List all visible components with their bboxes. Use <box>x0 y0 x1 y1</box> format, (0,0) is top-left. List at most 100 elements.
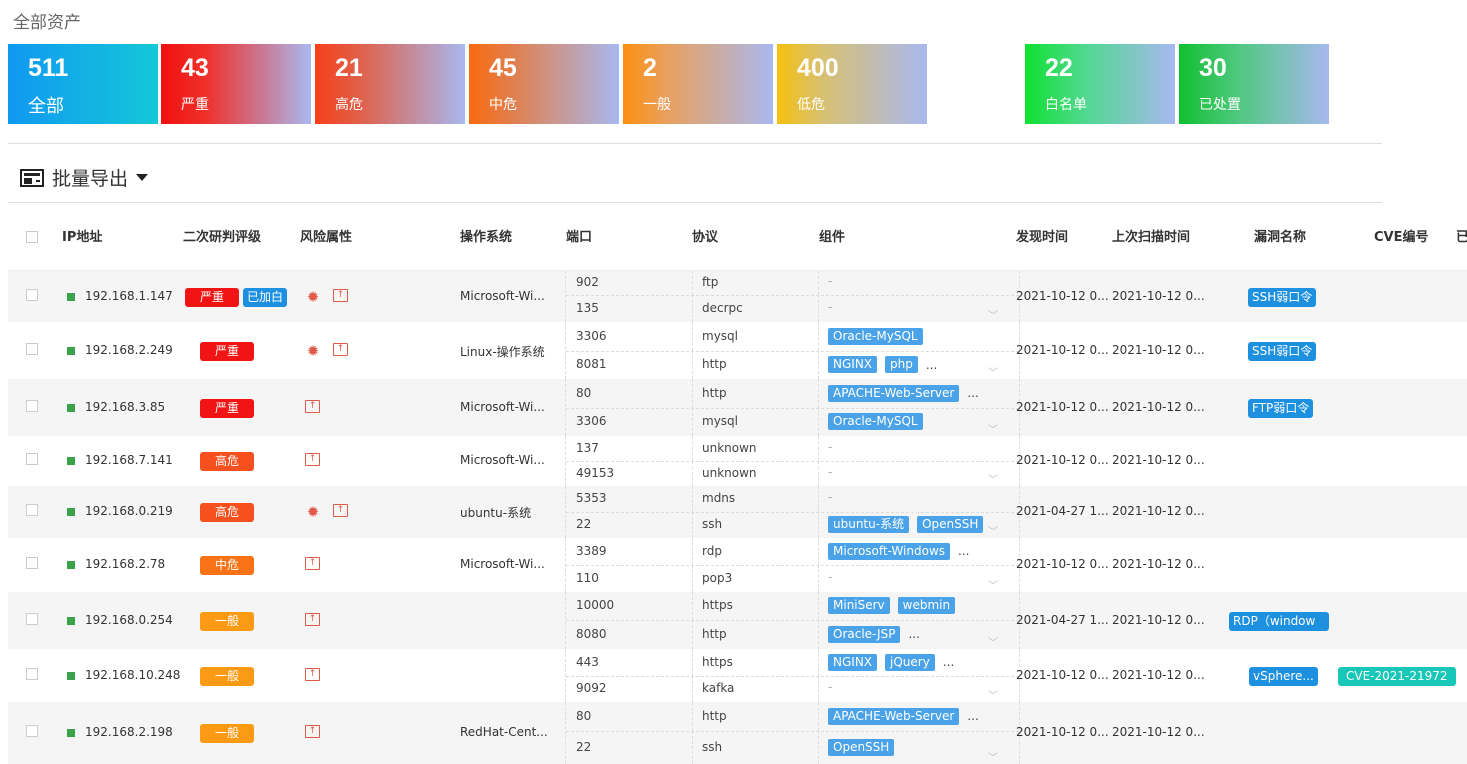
col-vuln-name[interactable]: 漏洞名称 <box>1254 205 1306 270</box>
card-high[interactable]: 21 高危 <box>315 44 465 124</box>
component-tag[interactable]: MiniServ <box>828 597 890 614</box>
vulnerability-tag[interactable]: SSH弱口令 <box>1248 341 1317 361</box>
card-critical[interactable]: 43 严重 <box>161 44 311 124</box>
ip-address[interactable]: 192.168.2.78 <box>85 557 165 571</box>
expand-chevron-icon[interactable]: ﹀ <box>981 692 1005 702</box>
table-row[interactable]: 192.168.0.254 一般 10000 https MiniServ webmin 8… <box>8 592 1467 649</box>
exposed-screen-icon[interactable] <box>333 504 348 517</box>
exposed-screen-icon[interactable] <box>305 557 320 570</box>
exposed-screen-icon[interactable] <box>305 399 320 413</box>
card-all[interactable]: 511 全部 <box>8 44 158 124</box>
vulnerability-tag[interactable]: vSphere... <box>1249 666 1318 686</box>
expand-chevron-icon[interactable]: ﹀ <box>981 754 1005 764</box>
col-risk[interactable]: 风险属性 <box>300 205 352 270</box>
expand-chevron-icon[interactable]: ﹀ <box>981 426 1005 436</box>
ip-address[interactable]: 192.168.7.141 <box>85 453 173 467</box>
table-row[interactable]: 192.168.7.141 高危 Microsoft-Wi... 137 unknown… <box>8 436 1467 486</box>
vulnerability-tag[interactable]: FTP弱口令 <box>1248 398 1314 418</box>
row-checkbox[interactable] <box>26 557 38 569</box>
select-all-checkbox[interactable] <box>26 231 38 243</box>
component-tag[interactable]: webmin <box>897 597 956 614</box>
component-tag[interactable]: ubuntu-系统 <box>828 516 910 533</box>
col-found-time[interactable]: 发现时间 <box>1016 205 1068 270</box>
exposed-screen-icon[interactable] <box>333 288 348 302</box>
table-row[interactable]: 192.168.0.219 高危 ubuntu-系统 5353 mdns - 22 ssh ub… <box>8 486 1467 538</box>
table-row[interactable]: 192.168.2.249 严重 Linux-操作系统 3306 mysql Oracle… <box>8 322 1467 379</box>
table-row[interactable]: 192.168.1.147 严重已加白 Microsoft-Wi... 902 ftp -… <box>8 271 1467 322</box>
component-tag[interactable]: OpenSSH <box>917 516 984 533</box>
exposed-screen-icon[interactable] <box>305 453 320 466</box>
row-checkbox[interactable] <box>26 288 38 301</box>
batch-export-button[interactable]: 批量导出 <box>20 164 149 191</box>
row-checkbox[interactable] <box>26 612 38 625</box>
col-extra[interactable]: 已 <box>1456 205 1467 270</box>
row-checkbox[interactable] <box>26 399 38 412</box>
component-tag[interactable]: APACHE-Web-Server <box>828 707 960 725</box>
vulnerability-icon[interactable] <box>305 504 321 520</box>
component-tag[interactable]: Oracle-JSP <box>828 625 901 643</box>
expand-chevron-icon[interactable]: ﹀ <box>981 582 1005 592</box>
ip-address[interactable]: 192.168.3.85 <box>85 400 165 414</box>
component-tag[interactable]: Oracle-MySQL <box>828 413 923 430</box>
col-port[interactable]: 端口 <box>566 205 592 270</box>
vulnerability-tag[interactable]: SSH弱口令 <box>1248 287 1317 307</box>
col-proto[interactable]: 协议 <box>692 205 718 270</box>
more-components[interactable]: ... <box>967 386 978 400</box>
cve-tag[interactable]: CVE-2021-21972 <box>1338 666 1456 686</box>
row-checkbox[interactable] <box>26 342 38 355</box>
component-tag[interactable]: Oracle-MySQL <box>828 327 923 345</box>
col-cve[interactable]: CVE编号 <box>1374 205 1428 270</box>
exposed-screen-icon[interactable] <box>305 612 320 626</box>
exposed-screen-icon[interactable] <box>333 342 348 356</box>
component-tag[interactable]: Microsoft-Windows <box>828 542 951 560</box>
ip-address[interactable]: 192.168.0.254 <box>85 613 173 627</box>
vulnerability-tag[interactable]: RDP（window <box>1229 611 1329 631</box>
ip-address[interactable]: 192.168.2.198 <box>85 725 173 739</box>
table-row[interactable]: 192.168.2.78 中危 Microsoft-Wi... 3389 rdp Micr… <box>8 538 1467 592</box>
ip-address[interactable]: 192.168.0.219 <box>85 504 173 518</box>
more-components[interactable]: ... <box>926 358 937 372</box>
component-tag[interactable]: jQuery <box>885 653 935 671</box>
more-components[interactable]: ... <box>908 627 919 641</box>
col-scan-time[interactable]: 上次扫描时间 <box>1112 205 1190 270</box>
more-components[interactable]: ... <box>967 709 978 723</box>
row-checkbox[interactable] <box>26 725 38 737</box>
col-os[interactable]: 操作系统 <box>460 205 512 270</box>
component-tag[interactable]: APACHE-Web-Server <box>828 384 960 402</box>
row-checkbox[interactable] <box>26 453 38 465</box>
col-rating[interactable]: 二次研判评级 <box>183 205 261 270</box>
row-checkbox[interactable] <box>26 667 38 680</box>
expand-chevron-icon[interactable]: ﹀ <box>981 528 1005 538</box>
ip-address[interactable]: 192.168.2.249 <box>85 343 173 357</box>
card-whitelist[interactable]: 22 白名单 <box>1025 44 1175 124</box>
exposed-screen-icon[interactable] <box>305 725 320 738</box>
divider <box>692 379 693 408</box>
more-components[interactable]: ... <box>943 655 954 669</box>
component-tag[interactable]: OpenSSH <box>828 738 895 756</box>
table-row[interactable]: 192.168.10.248 一般 443 https NGINX jQuery... 90… <box>8 649 1467 702</box>
protocol: ssh <box>702 739 723 754</box>
component-list: Oracle-MySQL <box>828 327 923 345</box>
col-ip[interactable]: IP地址 <box>62 205 102 270</box>
expand-chevron-icon[interactable]: ﹀ <box>981 312 1005 322</box>
ip-address[interactable]: 192.168.10.248 <box>85 668 180 682</box>
card-medium[interactable]: 45 中危 <box>469 44 619 124</box>
row-checkbox[interactable] <box>26 504 38 516</box>
component-tag[interactable]: NGINX <box>828 653 878 671</box>
component-tag[interactable]: NGINX <box>828 356 878 373</box>
card-low[interactable]: 2 一般 <box>623 44 773 124</box>
table-row[interactable]: 192.168.2.198 一般 RedHat-Cent... 80 http APACH… <box>8 702 1467 764</box>
vulnerability-icon[interactable] <box>305 343 321 359</box>
exposed-screen-icon[interactable] <box>305 667 320 681</box>
ip-address[interactable]: 192.168.1.147 <box>85 289 173 303</box>
component-tag[interactable]: php <box>885 356 918 373</box>
card-handled[interactable]: 30 已处置 <box>1179 44 1329 124</box>
vulnerability-icon[interactable] <box>305 289 321 305</box>
col-component[interactable]: 组件 <box>819 205 845 270</box>
expand-chevron-icon[interactable]: ﹀ <box>981 369 1005 379</box>
table-row[interactable]: 192.168.3.85 严重 Microsoft-Wi... 80 http APACH… <box>8 379 1467 436</box>
expand-chevron-icon[interactable]: ﹀ <box>981 639 1005 649</box>
expand-chevron-icon[interactable]: ﹀ <box>981 476 1005 486</box>
more-components[interactable]: ... <box>958 544 969 558</box>
card-info[interactable]: 400 低危 <box>777 44 927 124</box>
